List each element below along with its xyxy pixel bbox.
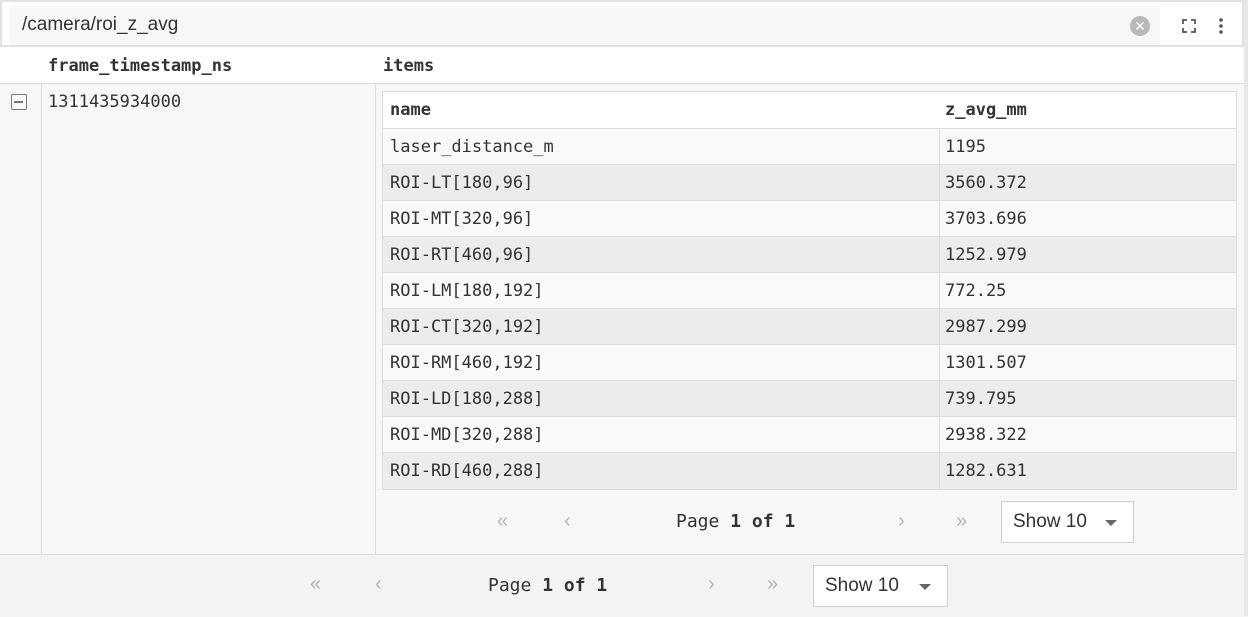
clear-icon[interactable]: ✕	[1130, 16, 1150, 36]
chevron-down-icon	[919, 584, 931, 590]
page-size-select[interactable]: Show 10	[1001, 501, 1134, 543]
row-expander-cell	[0, 84, 42, 554]
column-header-items[interactable]: items	[383, 47, 434, 83]
table-row: ROI-LM[180,192] 772.25	[383, 273, 1236, 309]
page-indicator: Page 1 of 1	[676, 511, 796, 532]
timestamp-cell: 1311435934000	[42, 84, 376, 554]
message-table-header: frame_timestamp_ns items	[0, 47, 1244, 84]
table-row: ROI-LD[180,288] 739.795	[383, 381, 1236, 417]
table-row: ROI-CT[320,192] 2987.299	[383, 309, 1236, 345]
expand-icon[interactable]	[1178, 15, 1200, 37]
next-page-icon[interactable]: ›	[898, 510, 905, 533]
items-table-body: laser_distance_m 1195 ROI-LT[180,96] 3560.…	[383, 129, 1236, 489]
first-page-icon[interactable]: «	[310, 573, 321, 596]
z-avg-cell: 3703.696	[945, 209, 1027, 229]
name-cell: ROI-RT[460,96]	[390, 245, 534, 265]
table-row: ROI-LT[180,96] 3560.372	[383, 165, 1236, 201]
items-table: name z_avg_mm laser_distance_m 1195 ROI-L…	[382, 91, 1237, 490]
z-avg-cell: 1282.631	[945, 461, 1027, 481]
name-cell: ROI-LM[180,192]	[390, 281, 544, 301]
z-avg-cell: 2987.299	[945, 317, 1027, 337]
name-cell: ROI-RM[460,192]	[390, 353, 544, 373]
table-row: ROI-MD[320,288] 2938.322	[383, 417, 1236, 453]
column-header-z-avg-mm[interactable]: z_avg_mm	[945, 92, 1027, 129]
items-cell: name z_avg_mm laser_distance_m 1195 ROI-L…	[376, 84, 1244, 554]
z-avg-cell: 1301.507	[945, 353, 1027, 373]
z-avg-cell: 739.795	[945, 389, 1017, 409]
last-page-icon[interactable]: »	[767, 573, 778, 596]
more-vertical-icon[interactable]	[1210, 15, 1232, 37]
table-row: ROI-RM[460,192] 1301.507	[383, 345, 1236, 381]
name-cell: laser_distance_m	[390, 137, 554, 157]
column-header-name[interactable]: name	[390, 92, 431, 129]
name-cell: ROI-MD[320,288]	[390, 425, 544, 445]
previous-page-icon[interactable]: ‹	[375, 573, 382, 596]
scrollbar-track[interactable]	[1244, 0, 1248, 616]
chevron-down-icon	[1105, 520, 1117, 526]
table-row: ROI-RT[460,96] 1252.979	[383, 237, 1236, 273]
z-avg-cell: 1252.979	[945, 245, 1027, 265]
next-page-icon[interactable]: ›	[708, 573, 715, 596]
name-cell: ROI-RD[460,288]	[390, 461, 544, 481]
z-avg-cell: 3560.372	[945, 173, 1027, 193]
z-avg-cell: 1195	[945, 137, 986, 157]
name-cell: ROI-CT[320,192]	[390, 317, 544, 337]
message-table: frame_timestamp_ns items 1311435934000 n…	[0, 47, 1244, 554]
name-cell: ROI-LT[180,96]	[390, 173, 534, 193]
table-row: ROI-RD[460,288] 1282.631	[383, 453, 1236, 489]
z-avg-cell: 772.25	[945, 281, 1007, 301]
name-cell: ROI-MT[320,96]	[390, 209, 534, 229]
collapse-row-icon[interactable]	[11, 94, 27, 110]
name-cell: ROI-LD[180,288]	[390, 389, 544, 409]
table-row: laser_distance_m 1195	[383, 129, 1236, 165]
last-page-icon[interactable]: »	[956, 510, 967, 533]
message-pagination: « ‹ Page 1 of 1 › » Show 10	[0, 554, 1244, 617]
items-table-header: name z_avg_mm	[383, 92, 1236, 129]
z-avg-cell: 2938.322	[945, 425, 1027, 445]
topic-bar: /camera/roi_z_avg ✕	[0, 0, 1244, 47]
page-size-select[interactable]: Show 10	[813, 565, 948, 607]
previous-page-icon[interactable]: ‹	[564, 510, 571, 533]
first-page-icon[interactable]: «	[497, 510, 508, 533]
topic-path-input[interactable]: /camera/roi_z_avg	[10, 6, 1160, 44]
page-indicator: Page 1 of 1	[488, 575, 608, 596]
column-header-frame-timestamp[interactable]: frame_timestamp_ns	[48, 47, 232, 83]
timestamp-value: 1311435934000	[48, 92, 182, 112]
table-row: ROI-MT[320,96] 3703.696	[383, 201, 1236, 237]
